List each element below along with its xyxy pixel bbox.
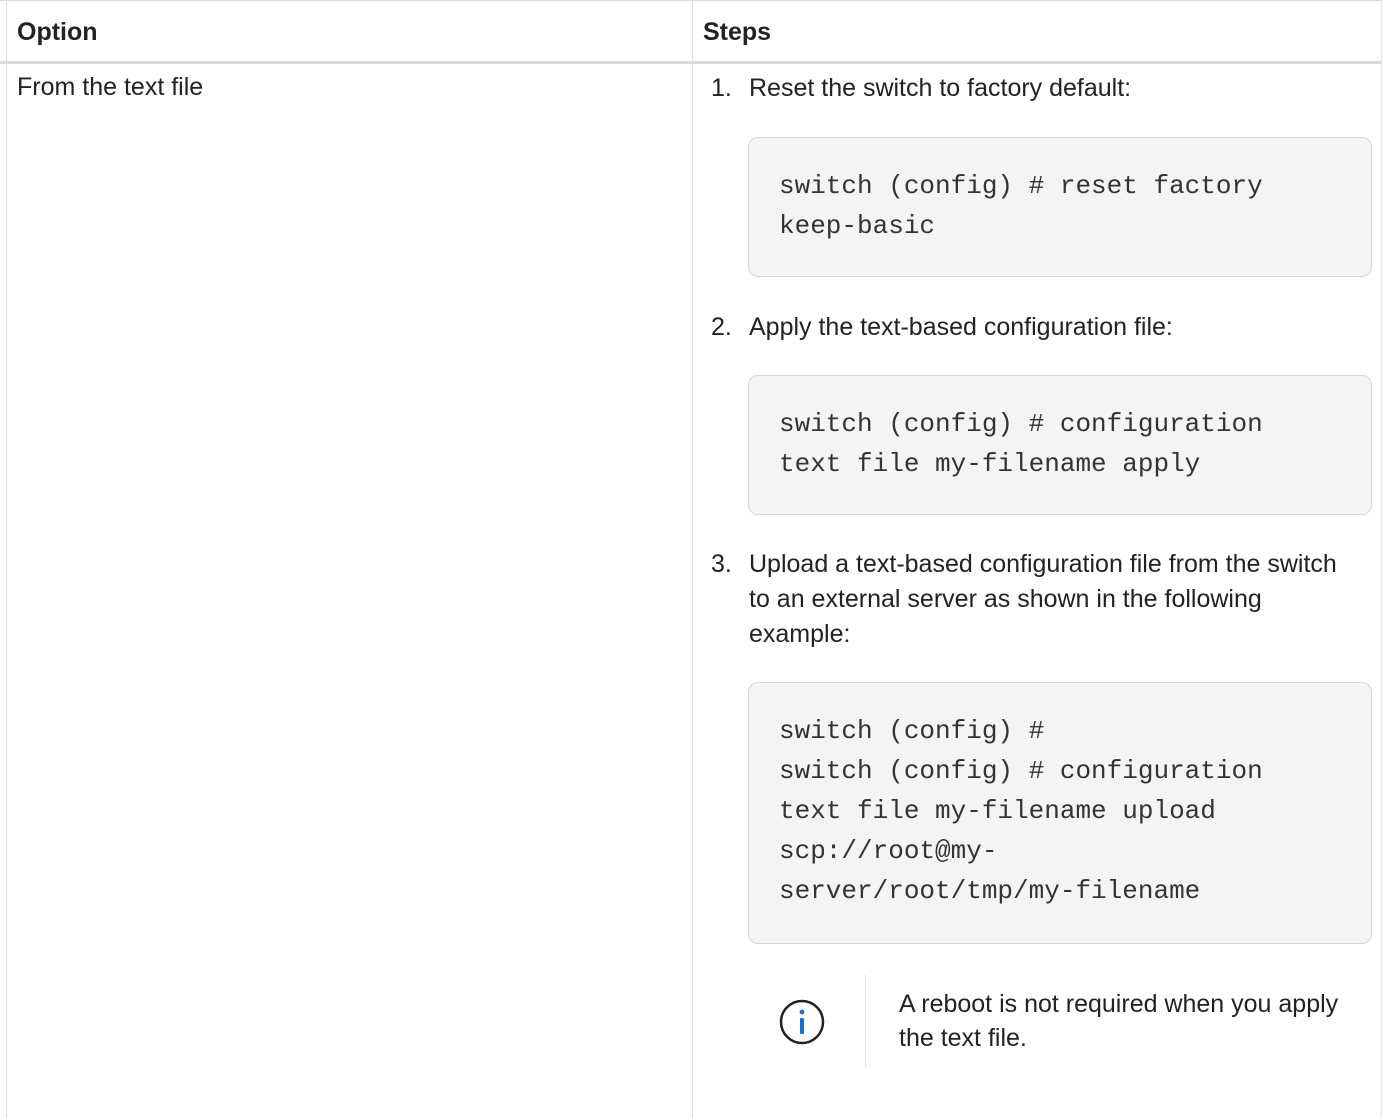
step-number: 2. [711, 313, 732, 341]
header-steps: Steps [703, 18, 772, 46]
header-option: Option [17, 18, 98, 46]
code-line: switch (config) # configuration [779, 409, 1263, 439]
options-table: Option Steps From the text file 1. Reset… [0, 0, 1382, 1118]
table-header-row: Option Steps [0, 0, 1382, 64]
code-line: switch (config) # reset factory [779, 171, 1263, 201]
code-line: text file my-filename apply [779, 449, 1201, 479]
code-line: switch (config) # configuration [779, 756, 1263, 786]
column-divider [692, 0, 693, 1118]
code-line: scp://root@my- [779, 836, 998, 866]
note-divider [865, 975, 866, 1067]
code-line: text file my-filename upload [779, 796, 1216, 826]
note-callout: A reboot is not required when you apply … [778, 975, 1338, 1067]
code-block-1: switch (config) # reset factory keep-bas… [748, 137, 1372, 277]
table-left-border [6, 0, 7, 1118]
code-line: switch (config) # [779, 716, 1045, 746]
step-text: Reset the switch to factory default: [749, 74, 1132, 102]
step-text: Upload a text-based configuration file f… [749, 550, 1337, 648]
info-icon [779, 999, 825, 1045]
step-number: 1. [711, 74, 732, 102]
note-text: A reboot is not required when you apply … [899, 990, 1339, 1052]
step-number: 3. [711, 550, 732, 578]
code-block-3: switch (config) # switch (config) # conf… [748, 682, 1372, 944]
option-cell: From the text file [17, 73, 204, 101]
code-line: server/root/tmp/my-filename [779, 876, 1201, 906]
code-block-2: switch (config) # configuration text fil… [748, 375, 1372, 515]
code-line: keep-basic [779, 211, 936, 241]
step-text: Apply the text-based configuration file: [749, 313, 1173, 341]
